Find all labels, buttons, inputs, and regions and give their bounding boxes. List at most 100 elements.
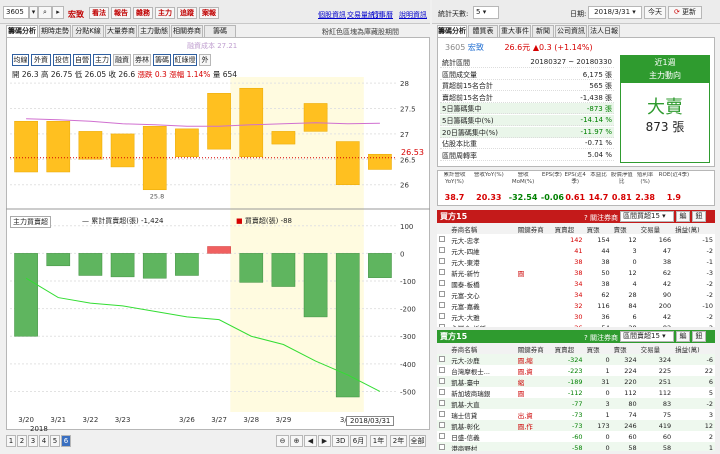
tab-related-brokers[interactable]: 相關券商 bbox=[171, 25, 203, 37]
page-button[interactable]: 6 bbox=[61, 435, 71, 447]
date-picker[interactable]: 2018/3/31 ▾ bbox=[588, 6, 642, 19]
table-row[interactable]: 凱基-臺中 縮 -189 31 220 251 6 bbox=[437, 376, 715, 387]
row-checkbox[interactable] bbox=[437, 267, 449, 278]
candle bbox=[303, 103, 328, 132]
tab-branch-k[interactable]: 分點K線 bbox=[72, 25, 104, 37]
sell-table: 券商名稱 關鍵券商 買賣超 買張 賣張 交易量 損益(萬) 元大-沙鹿 圓,縮 -324 0 324 3… bbox=[437, 343, 715, 451]
range-button[interactable]: 3D bbox=[332, 435, 349, 447]
table-row[interactable]: 元富-文心 34 62 28 90 -2 bbox=[437, 289, 715, 300]
volume: 82 bbox=[639, 322, 673, 328]
table-row[interactable]: 港商野村 -58 0 58 58 1 bbox=[437, 442, 715, 451]
buy-sort-button[interactable]: 鈕 bbox=[692, 211, 706, 222]
table-row[interactable]: 瑞士信貸 出,資 -73 1 74 75 3 bbox=[437, 409, 715, 420]
tab-main-dynamics[interactable]: 主力動態 bbox=[138, 25, 170, 37]
misc-button[interactable]: 雜務 bbox=[133, 7, 153, 19]
table-row[interactable]: 元大-大雅 30 36 6 42 -2 bbox=[437, 311, 715, 322]
x-tick: 3/21 bbox=[50, 416, 66, 424]
right-tab[interactable]: 新聞 bbox=[532, 25, 554, 37]
row-checkbox[interactable] bbox=[437, 442, 449, 451]
table-row[interactable]: 台灣摩根士... 圓,資 -223 1 224 225 22 bbox=[437, 365, 715, 376]
link-stock-info[interactable]: 個股資訊 bbox=[318, 10, 346, 20]
right-tab[interactable]: 公司資訊 bbox=[555, 25, 587, 37]
table-row[interactable]: 元大-忠孝 142 154 12 166 -15 bbox=[437, 234, 715, 245]
sell-range-select[interactable]: 區間賣超15 ▾ bbox=[620, 331, 674, 342]
page-button[interactable]: 2 bbox=[17, 435, 27, 447]
sell-sort-button[interactable]: 鈕 bbox=[692, 331, 706, 342]
buy-option-button[interactable]: 編 bbox=[676, 211, 690, 222]
row-checkbox[interactable] bbox=[437, 398, 449, 409]
right-tab[interactable]: 重大事件 bbox=[499, 25, 531, 37]
case-button[interactable]: 案報 bbox=[199, 7, 219, 19]
link-calendar[interactable]: 行事曆 bbox=[372, 10, 393, 20]
row-checkbox[interactable] bbox=[437, 322, 449, 327]
scroll-right-icon[interactable]: ▶ bbox=[318, 435, 331, 447]
row-checkbox[interactable] bbox=[437, 300, 449, 311]
link-help[interactable]: 說明資訊 bbox=[399, 10, 427, 20]
track-button[interactable]: 追蹤 bbox=[177, 7, 197, 19]
right-tab[interactable]: 籌碼分析 bbox=[437, 25, 467, 37]
table-row[interactable]: 日盛-信義 -60 0 60 60 2 bbox=[437, 431, 715, 442]
sell-qty: 6 bbox=[632, 312, 637, 321]
table-row[interactable]: 元大-東港 38 38 0 38 -1 bbox=[437, 256, 715, 267]
refresh-button[interactable]: ⟳ 更新 bbox=[668, 6, 702, 19]
next-stock-button[interactable]: ▸ bbox=[52, 6, 64, 19]
net: 142 bbox=[570, 235, 583, 244]
row-checkbox[interactable] bbox=[437, 409, 449, 420]
page-button[interactable]: 5 bbox=[50, 435, 60, 447]
right-tab[interactable]: 體質表 bbox=[468, 25, 498, 37]
right-tab[interactable]: 法人日報 bbox=[588, 25, 620, 37]
row-checkbox[interactable] bbox=[437, 311, 449, 322]
zoom-in-icon[interactable]: ⊕ bbox=[290, 435, 303, 447]
row-checkbox[interactable] bbox=[437, 256, 449, 267]
net: 30 bbox=[574, 312, 583, 321]
table-row[interactable]: 凱基-彰化 圓,作 -73 173 246 419 12 bbox=[437, 420, 715, 431]
table-row[interactable]: 凱基-大直 -77 3 80 83 -2 bbox=[437, 398, 715, 409]
tab-chips[interactable]: 籌碼 bbox=[204, 25, 236, 37]
lower-panel-title: 主力買賣超 bbox=[10, 216, 51, 228]
y-tick-lower: -400 bbox=[400, 361, 416, 369]
row-checkbox[interactable] bbox=[437, 354, 449, 365]
search-icon[interactable]: ⌕ bbox=[38, 6, 52, 19]
scroll-left-icon[interactable]: ◀ bbox=[304, 435, 317, 447]
row-checkbox[interactable] bbox=[437, 234, 449, 245]
row-checkbox[interactable] bbox=[437, 278, 449, 289]
page-button[interactable]: 3 bbox=[28, 435, 38, 447]
table-row[interactable]: 新加坡商瑞銀 圓 -112 0 112 112 5 bbox=[437, 387, 715, 398]
range-button[interactable]: 6月 bbox=[350, 435, 367, 447]
table-row[interactable]: 元大-沙鹿 圓,縮 -324 0 324 324 -6 bbox=[437, 354, 715, 365]
table-row[interactable]: 元富-嘉義 32 116 84 200 -10 bbox=[437, 300, 715, 311]
zoom-out-icon[interactable]: ⊖ bbox=[276, 435, 289, 447]
stock-dropdown[interactable]: ▾ bbox=[29, 6, 38, 19]
today-button[interactable]: 今天 bbox=[644, 6, 666, 19]
sell-qty: 12 bbox=[628, 235, 637, 244]
row-checkbox[interactable] bbox=[437, 431, 449, 442]
row-checkbox[interactable] bbox=[437, 245, 449, 256]
table-row[interactable]: 國泰-板橋 34 38 4 42 -2 bbox=[437, 278, 715, 289]
tab-timeline[interactable]: 期時走勢 bbox=[39, 25, 71, 37]
main-force-button[interactable]: 主力 bbox=[155, 7, 175, 19]
row-checkbox[interactable] bbox=[437, 365, 449, 376]
row-checkbox[interactable] bbox=[437, 376, 449, 387]
table-row[interactable]: 新光-新竹 圓 38 50 12 62 -3 bbox=[437, 267, 715, 278]
view-button[interactable]: 看法 bbox=[89, 7, 109, 19]
metric-head: 股價淨值比 bbox=[610, 172, 633, 185]
page-button[interactable]: 1 bbox=[6, 435, 16, 447]
row-checkbox[interactable] bbox=[437, 420, 449, 431]
table-row[interactable]: 永豐金-板新 26542882-2 bbox=[437, 322, 715, 327]
buy-qty: 173 bbox=[597, 421, 610, 430]
buy-qty: 62 bbox=[601, 290, 610, 299]
tab-chip-analysis[interactable]: 籌碼分析 bbox=[6, 25, 38, 37]
tab-big-brokers[interactable]: 大量券商 bbox=[105, 25, 137, 37]
days-select[interactable]: 5 ▾ bbox=[473, 6, 499, 19]
range-button[interactable]: 1年 bbox=[370, 435, 387, 447]
range-button[interactable]: 全部 bbox=[409, 435, 426, 447]
row-checkbox[interactable] bbox=[437, 289, 449, 300]
range-button[interactable]: 2年 bbox=[390, 435, 407, 447]
table-row[interactable]: 元大-四維 41 44 3 47 -2 bbox=[437, 245, 715, 256]
page-button[interactable]: 4 bbox=[39, 435, 49, 447]
stock-input[interactable]: 3605 bbox=[3, 6, 29, 19]
sell-option-button[interactable]: 編 bbox=[676, 331, 690, 342]
buy-range-select[interactable]: 區間買超15 ▾ bbox=[620, 211, 674, 222]
row-checkbox[interactable] bbox=[437, 387, 449, 398]
report-button[interactable]: 報告 bbox=[111, 7, 131, 19]
